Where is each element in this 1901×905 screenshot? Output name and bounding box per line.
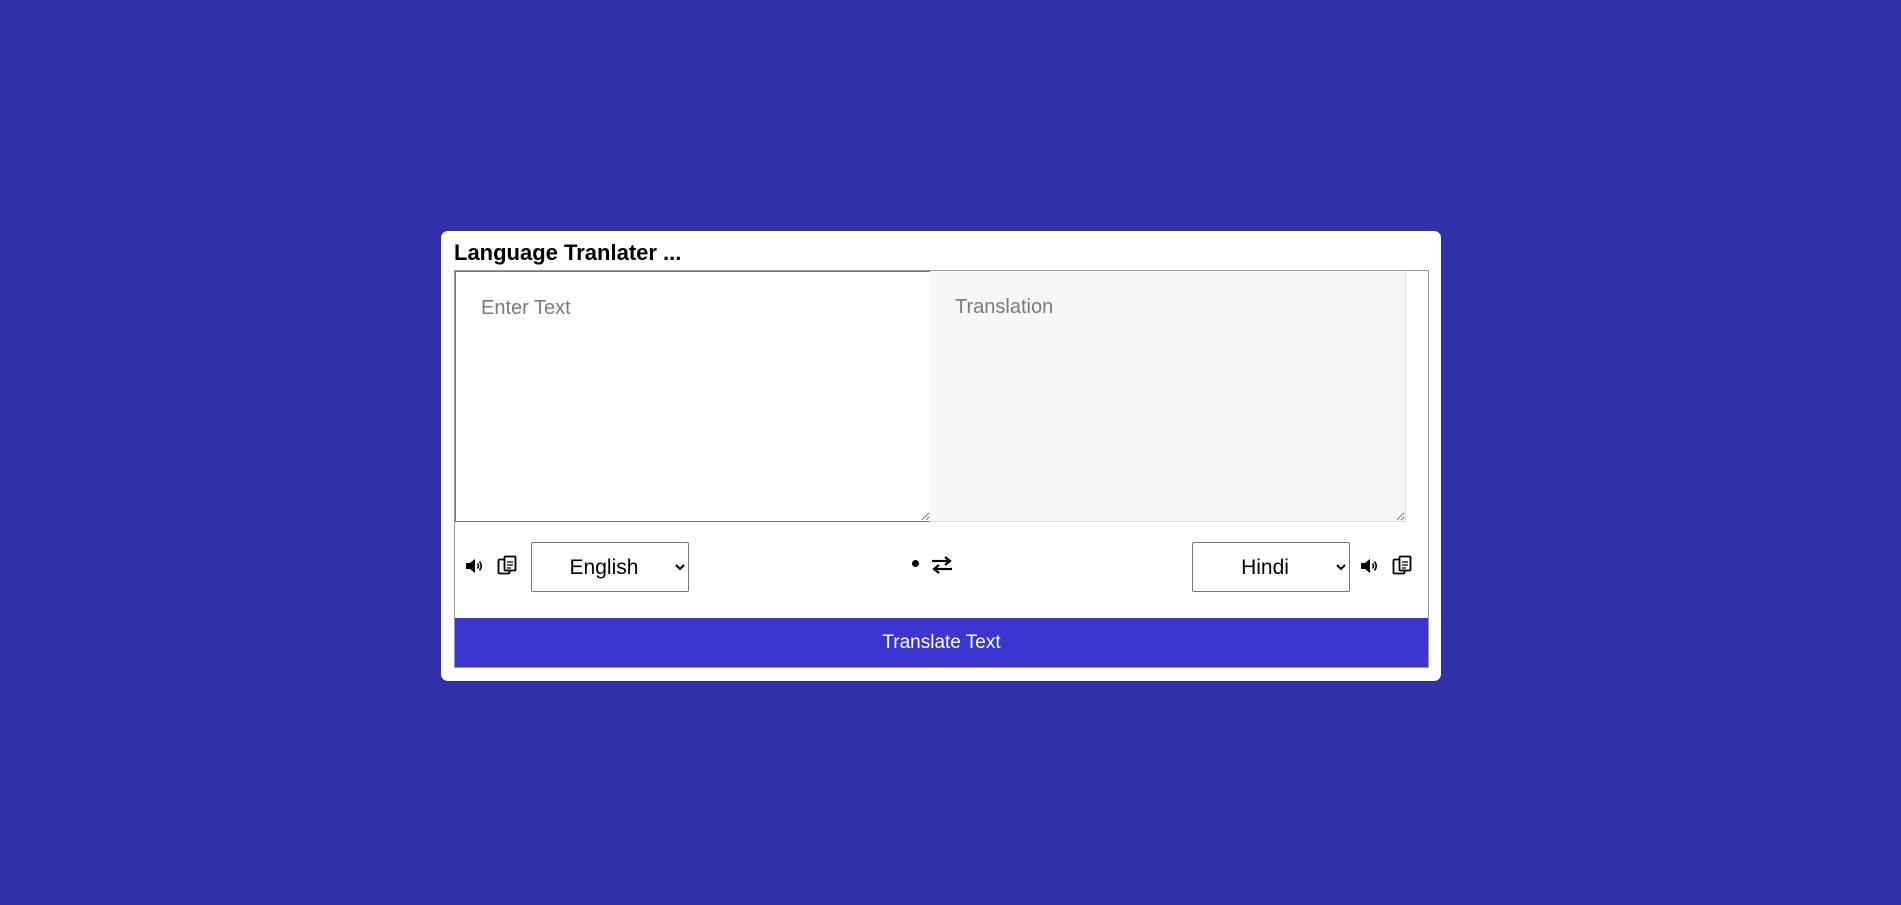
language-controls: English Hindi (455, 522, 1428, 618)
copy-icon[interactable] (1392, 555, 1412, 576)
translate-button[interactable]: Translate Text (455, 618, 1428, 667)
text-areas (455, 271, 1428, 522)
volume-icon[interactable] (1360, 557, 1380, 575)
from-language-select[interactable]: English (531, 542, 689, 592)
bullet-marker (912, 560, 919, 567)
translator-wrapper: English Hindi (454, 270, 1429, 668)
page-title: Language Tranlater ... (454, 240, 682, 265)
copy-icon[interactable] (497, 555, 517, 576)
exchange-icon[interactable] (931, 556, 953, 574)
to-language-select[interactable]: Hindi (1192, 542, 1350, 592)
source-text-input[interactable] (455, 271, 931, 522)
volume-icon[interactable] (465, 557, 485, 575)
translator-card: Language Tranlater ... Enter Text Transl… (441, 231, 1441, 681)
translation-output[interactable] (930, 271, 1406, 522)
